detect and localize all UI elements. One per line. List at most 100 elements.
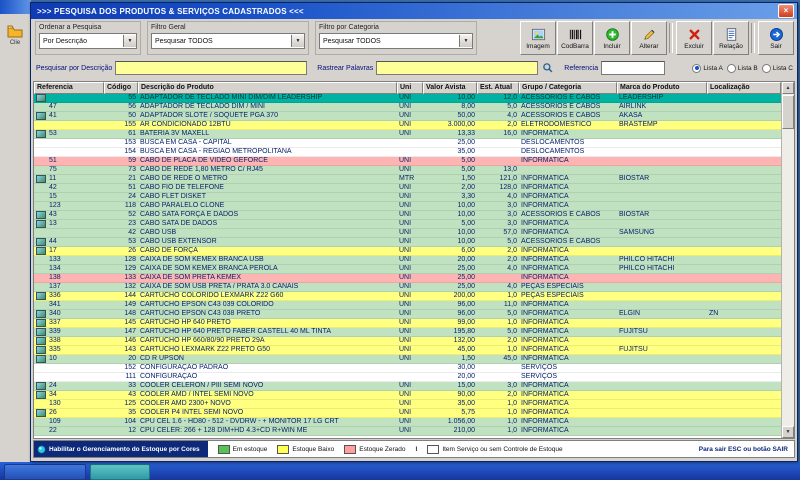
exit-button[interactable]: Sair [758, 21, 794, 55]
table-row[interactable]: 4453CABO USB EXTENSORUNI10,005,0ACESSORI… [34, 238, 781, 247]
table-row[interactable]: 137132CAIXA DE SOM USB PRETA / PRATA 3.0… [34, 283, 781, 292]
column-header-localizacao[interactable]: Localização [707, 82, 781, 94]
scroll-up-icon[interactable]: ▲ [782, 82, 794, 94]
cell-codigo: 23 [104, 220, 138, 228]
scrollbar-thumb[interactable] [782, 95, 794, 129]
table-row[interactable]: 3443COOLER AMD / INTEL SEMI NOVOUNI90,00… [34, 391, 781, 400]
delete-button[interactable]: Excluir [676, 21, 712, 55]
table-row[interactable]: 339147CARTUCHO HP 640 PRETO FABER CASTEL… [34, 328, 781, 337]
table-row[interactable]: 1323CABO SATA DE DADOSUNI5,003,0INFORMAT… [34, 220, 781, 229]
product-photo-icon [36, 328, 46, 336]
chevron-down-icon[interactable]: ▼ [459, 35, 472, 47]
table-row[interactable]: 4756ADAPTADOR DE TECLADO DIM / MINIUNI8,… [34, 103, 781, 112]
table-row[interactable]: 4251CABO FIO DE TELEFONEUNI2,00128,0INFO… [34, 184, 781, 193]
search-description-input[interactable] [115, 61, 307, 75]
table-row[interactable]: 336144CARTUCHO COLORIDO LEXMARK Z22 G60U… [34, 292, 781, 301]
table-row[interactable]: 134129CAIXA DE SOM KEMEX BRANCA PEROLAUN… [34, 265, 781, 274]
table-row[interactable]: 42CABO USBUNI10,0057,0INFORMATICASAMSUNG [34, 229, 781, 238]
category-filter-select[interactable]: Pesquisar TODOS ▼ [319, 33, 473, 49]
table-row[interactable]: 338146CARTUCHO HP 660/80/90 PRETO 29AUNI… [34, 337, 781, 346]
cell-grupo-categoria: INFORMATICA [519, 328, 617, 336]
table-row[interactable]: 4150ADAPTADOR SLOTE / SOQUETE PGA 370UNI… [34, 112, 781, 121]
cell-marca [617, 292, 707, 300]
search-icon[interactable] [542, 62, 554, 74]
taskbar-item[interactable] [90, 464, 150, 480]
window-titlebar[interactable]: >>> PESQUISA DOS PRODUTOS & SERVIÇOS CAD… [31, 3, 797, 19]
radio-lista-c[interactable]: Lista C [762, 64, 793, 73]
add-button[interactable]: Incluir [594, 21, 630, 55]
reference-value: 47 [49, 103, 57, 111]
table-row[interactable]: 123118CABO PARALELO CLONEUNI10,003,0INFO… [34, 202, 781, 211]
column-header-marca[interactable]: Marca do Produto [617, 82, 707, 94]
cell-marca [617, 418, 707, 426]
cell-grupo-categoria: INFORMATICA [519, 220, 617, 228]
column-header-valor-avista[interactable]: Valor Avista [423, 82, 477, 94]
cell-descricao: CPU CELER: 266 + 128 DIM+HD 4.3+CD R+WIN… [138, 427, 397, 435]
report-button[interactable]: Relação [713, 21, 749, 55]
radio-lista-b[interactable]: Lista B [727, 64, 758, 73]
table-row[interactable]: 2433COOLER CELERON / PIII SEMI NOVOUNI15… [34, 382, 781, 391]
cell-est-atual: 1,0 [477, 292, 519, 300]
table-row[interactable]: 1121CABO DE REDE O METROMTR1,50121,0INFO… [34, 175, 781, 184]
table-row[interactable]: 154BUSCA EM CASA - REGIAO METROPOLITANA3… [34, 148, 781, 157]
cell-marca: BIOSTAR [617, 211, 707, 219]
product-photo-icon [36, 130, 46, 138]
cell-referencia: 11 [34, 175, 104, 183]
table-row[interactable]: 2212CPU CELER: 266 + 128 DIM+HD 4.3+CD R… [34, 427, 781, 436]
cell-est-atual: 121,0 [477, 175, 519, 183]
cell-valor-avista: 96,00 [423, 310, 477, 318]
column-header-descricao[interactable]: Descrição do Produto [138, 82, 397, 94]
table-row[interactable]: 1524CABO FLET DISKETUNI3,304,0INFORMATIC… [34, 193, 781, 202]
table-row[interactable]: 138133CAIXA DE SOM PRETA KEMEXUNI25,00IN… [34, 274, 781, 283]
track-words-input[interactable] [376, 61, 538, 75]
scroll-down-icon[interactable]: ▼ [782, 426, 794, 438]
table-row[interactable]: 133128CAIXA DE SOM KEMEX BRANCA USBUNI20… [34, 256, 781, 265]
table-row[interactable]: 109104CPU CEL 1.6 - HD80 - 512 - DVDRW -… [34, 418, 781, 427]
taskbar-item[interactable] [4, 464, 86, 480]
taskbar[interactable] [0, 462, 800, 480]
table-row[interactable]: 5361BATERIA 3V MAXELLUNI13,3316,0INFORMA… [34, 130, 781, 139]
column-header-grupo-categoria[interactable]: Grupo / Categoria [519, 82, 617, 94]
vertical-scrollbar[interactable]: ▲ ▼ [781, 82, 794, 438]
cell-grupo-categoria: INFORMATICA [519, 130, 617, 138]
table-row[interactable]: 1726CABO DE FORÇAUNI6,002,0INFORMATICA [34, 247, 781, 256]
table-row[interactable]: 155AR CONDICIONADO 12BTUUNI3.000,002,0EL… [34, 121, 781, 130]
table-row[interactable]: 111CONFIGURAÇÃO20,00SERVIÇOS [34, 373, 781, 382]
table-row[interactable]: 335143CARTUCHO LEXMARK Z22 PRETO G50UNI4… [34, 346, 781, 355]
column-header-referencia[interactable]: Referencia [34, 82, 104, 94]
order-filter-select[interactable]: Por Descrição ▼ [39, 33, 137, 49]
reference-input[interactable] [601, 61, 665, 75]
cell-valor-avista: 3,30 [423, 193, 477, 201]
chevron-down-icon[interactable]: ▼ [123, 35, 136, 47]
table-row[interactable]: 55ADAPTADOR DE TECLADO MINI DIM/DIM LEAD… [34, 94, 781, 103]
cell-localizacao [707, 94, 781, 102]
table-row[interactable]: 340148CARTUCHO EPSON C43 038 PRETOUNI96,… [34, 310, 781, 319]
general-filter-select[interactable]: Pesquisar TODOS ▼ [151, 33, 305, 49]
column-header-codigo[interactable]: Código [104, 82, 138, 94]
barcode-button[interactable]: CodBarra [557, 21, 593, 55]
product-photo-icon [36, 247, 46, 255]
table-row[interactable]: 1020CD R UPSONUNI1,5045,0INFORMATICA [34, 355, 781, 364]
stock-management-toggle[interactable]: Habilitar o Gerenciamento do Estoque por… [34, 441, 208, 457]
chevron-down-icon[interactable]: ▼ [291, 35, 304, 47]
table-row[interactable]: 2635COOLER P4 INTEL SEMI NOVOUNI5,751,0I… [34, 409, 781, 418]
table-row[interactable]: 130125COOLER AMD 2300+ NOVOUNI35,001,0IN… [34, 400, 781, 409]
image-button[interactable]: Imagem [520, 21, 556, 55]
cell-codigo: 111 [104, 373, 138, 381]
close-button[interactable]: × [778, 4, 794, 18]
table-row[interactable]: 341149CARTUCHO EPSON C43 039 COLORIDOUNI… [34, 301, 781, 310]
table-row[interactable]: 152CONFIGURAÇÃO PADRAO30,00SERVIÇOS [34, 364, 781, 373]
column-header-uni[interactable]: Uni [397, 82, 423, 94]
column-header-est-atual[interactable]: Est. Atual [477, 82, 519, 94]
cell-marca [617, 274, 707, 282]
table-row[interactable]: 7573CABO DE REDE 1,80 METRO C/ RJ45UNI5,… [34, 166, 781, 175]
list-radio-group: Lista A Lista B Lista C [688, 64, 793, 73]
cell-localizacao [707, 382, 781, 390]
radio-lista-a[interactable]: Lista A [692, 64, 723, 73]
table-row[interactable]: 153BUSCA EM CASA - CAPITAL25,00DESLOCAME… [34, 139, 781, 148]
table-row[interactable]: 4352CABO SATA FORÇA E DADOSUNI10,003,0AC… [34, 211, 781, 220]
table-row[interactable]: 5159CABO DE PLACA DE VIDEO GEFORCEUNI5,0… [34, 157, 781, 166]
table-row[interactable]: 337145CARTUCHO HP 640 PRETOUNI99,001,0IN… [34, 319, 781, 328]
edit-button[interactable]: Alterar [631, 21, 667, 55]
cell-descricao: COOLER P4 INTEL SEMI NOVO [138, 409, 397, 417]
